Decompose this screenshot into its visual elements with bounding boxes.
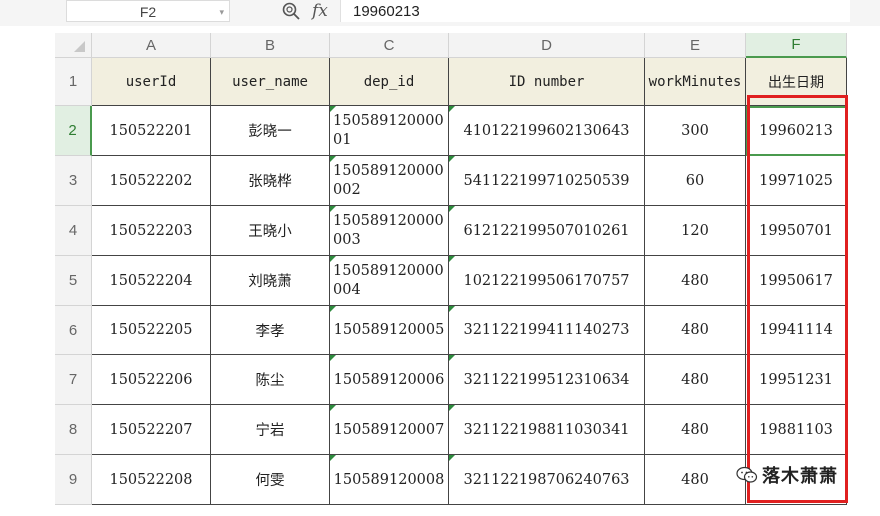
text-number-indicator-icon [330, 256, 336, 262]
text-number-indicator-icon [449, 156, 455, 162]
row-header-3[interactable]: 3 [55, 156, 92, 206]
table-cell[interactable]: 480 [645, 405, 746, 455]
formula-input[interactable]: 19960213 [340, 0, 850, 22]
table-cell[interactable]: 19950617 [746, 256, 847, 306]
table-cell[interactable]: 何雯 [211, 455, 330, 505]
row-header-4[interactable]: 4 [55, 206, 92, 256]
text-number-indicator-icon [330, 405, 336, 411]
table-cell[interactable]: 60 [645, 156, 746, 206]
table-cell[interactable]: 宁岩 [211, 405, 330, 455]
table-cell[interactable]: 刘晓萧 [211, 256, 330, 306]
text-number-indicator-icon [330, 306, 336, 312]
row-header-7[interactable]: 7 [55, 355, 92, 405]
table-cell[interactable]: 102122199506170757 [449, 256, 645, 306]
table-cell[interactable]: 120 [645, 206, 746, 256]
text-number-indicator-icon [449, 355, 455, 361]
column-header-e[interactable]: E [645, 33, 746, 58]
wechat-icon [736, 466, 758, 483]
table-cell[interactable]: 321122198811030341 [449, 405, 645, 455]
table-cell[interactable]: 19971025 [746, 156, 847, 206]
table-cell[interactable]: 150589120008 [330, 455, 449, 505]
table-cell[interactable]: 150522202 [92, 156, 211, 206]
text-number-indicator-icon [330, 156, 336, 162]
table-cell[interactable]: 150589120005 [330, 306, 449, 355]
table-cell[interactable]: 150589120006 [330, 355, 449, 405]
row-header-8[interactable]: 8 [55, 405, 92, 455]
table-cell[interactable]: 19960213 [746, 106, 847, 156]
table-cell[interactable]: 150522206 [92, 355, 211, 405]
column-header-a[interactable]: A [92, 33, 211, 58]
table-cell[interactable]: 王晓小 [211, 206, 330, 256]
column-header-c[interactable]: C [330, 33, 449, 58]
zoom-formula-icon[interactable] [282, 2, 300, 20]
text-number-indicator-icon [330, 106, 336, 112]
watermark-text: 落木萧萧 [762, 466, 838, 487]
header-cell[interactable]: ID number [449, 58, 645, 106]
chevron-down-icon[interactable]: ▾ [219, 1, 224, 23]
corner-triangle-icon [74, 41, 85, 52]
text-number-indicator-icon [330, 355, 336, 361]
row-header-2[interactable]: 2 [55, 106, 92, 156]
column-header-b[interactable]: B [211, 33, 330, 58]
table-cell[interactable]: 480 [645, 306, 746, 355]
table-cell[interactable]: 150522203 [92, 206, 211, 256]
column-header-d[interactable]: D [449, 33, 645, 58]
select-all-corner[interactable] [55, 33, 92, 58]
table-cell[interactable]: 480 [645, 455, 746, 505]
table-cell[interactable]: 612122199507010261 [449, 206, 645, 256]
table-cell[interactable]: 150522207 [92, 405, 211, 455]
table-cell[interactable]: 150589120000004 [330, 256, 449, 306]
text-number-indicator-icon [449, 206, 455, 212]
formula-bar: F2 ▾ fx 19960213 [0, 0, 880, 26]
table-cell[interactable]: 19881103 [746, 405, 847, 455]
text-number-indicator-icon [330, 206, 336, 212]
row-header-9[interactable]: 9 [55, 455, 92, 505]
table-cell[interactable]: 541122199710250539 [449, 156, 645, 206]
table-cell[interactable]: 321122199512310634 [449, 355, 645, 405]
table-cell[interactable]: 150589120000002 [330, 156, 449, 206]
table-cell[interactable]: 410122199602130643 [449, 106, 645, 156]
table-cell[interactable]: 321122198706240763 [449, 455, 645, 505]
table-cell[interactable]: 150589120000003 [330, 206, 449, 256]
text-number-indicator-icon [449, 306, 455, 312]
table-cell[interactable]: 19950701 [746, 206, 847, 256]
row-header-1[interactable]: 1 [55, 58, 92, 106]
table-cell[interactable]: 彭晓一 [211, 106, 330, 156]
table-cell[interactable]: 张晓桦 [211, 156, 330, 206]
table-cell[interactable]: 15058912000001 [330, 106, 449, 156]
name-box[interactable]: F2 ▾ [66, 0, 230, 22]
text-number-indicator-icon [449, 256, 455, 262]
column-header-f[interactable]: F [746, 33, 847, 58]
row-header-6[interactable]: 6 [55, 306, 92, 355]
header-cell[interactable]: userId [92, 58, 211, 106]
table-cell[interactable]: 480 [645, 355, 746, 405]
fx-icon[interactable]: fx [312, 0, 328, 22]
text-number-indicator-icon [330, 455, 336, 461]
table-cell[interactable]: 19941114 [746, 306, 847, 355]
table-cell[interactable]: 150522205 [92, 306, 211, 355]
table-cell[interactable]: 陈尘 [211, 355, 330, 405]
text-number-indicator-icon [449, 405, 455, 411]
table-cell[interactable]: 150522208 [92, 455, 211, 505]
table-cell[interactable]: 480 [645, 256, 746, 306]
cell-reference: F2 [139, 4, 157, 20]
table-cell[interactable]: 300 [645, 106, 746, 156]
table-cell[interactable]: 321122199411140273 [449, 306, 645, 355]
table-cell[interactable]: 19951231 [746, 355, 847, 405]
table-cell[interactable]: 150522204 [92, 256, 211, 306]
header-cell[interactable]: 出生日期 [746, 58, 847, 106]
row-header-5[interactable]: 5 [55, 256, 92, 306]
table-cell[interactable]: 李孝 [211, 306, 330, 355]
watermark: 落木萧萧 [736, 462, 838, 488]
header-cell[interactable]: workMinutes [645, 58, 746, 106]
header-cell[interactable]: user_name [211, 58, 330, 106]
table-cell[interactable]: 150589120007 [330, 405, 449, 455]
text-number-indicator-icon [449, 455, 455, 461]
header-cell[interactable]: dep_id [330, 58, 449, 106]
table-cell[interactable]: 150522201 [92, 106, 211, 156]
text-number-indicator-icon [449, 106, 455, 112]
